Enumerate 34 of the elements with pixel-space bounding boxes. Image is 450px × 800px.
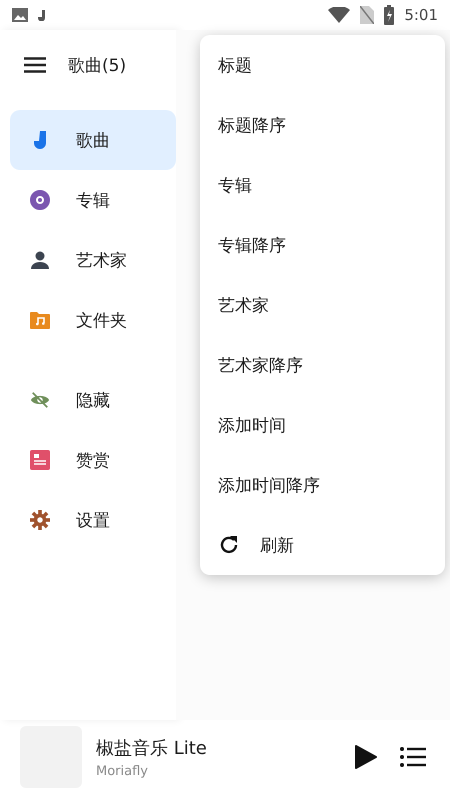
refresh-icon — [218, 534, 240, 556]
drawer-item[interactable]: 歌曲 — [10, 110, 176, 170]
drawer-item[interactable]: 专辑 — [10, 170, 176, 230]
person-icon — [30, 250, 50, 270]
image-icon — [12, 8, 28, 22]
clock-time: 5:01 — [404, 6, 438, 24]
song-title: 椒盐音乐 Lite — [96, 736, 208, 760]
drawer-item[interactable]: 设置 — [10, 490, 176, 550]
battery-charging-icon — [384, 5, 394, 25]
hidden-eye-icon — [30, 390, 50, 410]
drawer-item[interactable]: 文件夹 — [10, 290, 176, 350]
note-icon — [34, 131, 46, 149]
drawer-item[interactable]: 隐藏 — [10, 370, 176, 430]
menu-item[interactable]: 添加时间 — [200, 395, 445, 455]
drawer-item[interactable]: 艺术家 — [10, 230, 176, 290]
menu-icon[interactable] — [24, 57, 46, 73]
settings-icon — [30, 509, 50, 531]
wifi-icon — [328, 7, 350, 23]
menu-item[interactable]: 专辑 — [200, 155, 445, 215]
music-folder-icon — [30, 311, 50, 329]
menu-item[interactable]: 标题降序 — [200, 95, 445, 155]
drawer-item[interactable]: 赞赏 — [10, 430, 176, 490]
no-sim-icon — [360, 6, 374, 24]
menu-item[interactable]: 艺术家 — [200, 275, 445, 335]
menu-item[interactable]: 专辑降序 — [200, 215, 445, 275]
menu-item[interactable]: 刷新 — [200, 515, 445, 575]
artist-name: Moriafly — [96, 764, 149, 778]
note-icon — [38, 10, 45, 20]
menu-item[interactable]: 艺术家降序 — [200, 335, 445, 395]
menu-item[interactable]: 添加时间降序 — [200, 455, 445, 515]
page-title: 歌曲(5) — [68, 54, 126, 76]
menu-item[interactable]: 标题 — [200, 35, 445, 95]
gift-card-icon — [30, 450, 50, 470]
disc-icon — [30, 190, 50, 210]
